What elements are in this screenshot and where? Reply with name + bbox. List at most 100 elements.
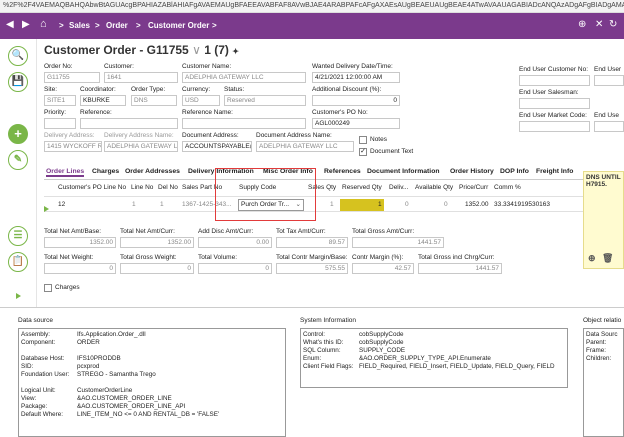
col-comm-pct[interactable]: Comm %: [494, 184, 521, 191]
tab-order-history[interactable]: Order History: [450, 168, 494, 175]
save-icon[interactable]: 💾: [8, 72, 28, 92]
col-available-qty[interactable]: Available Qty: [415, 184, 453, 191]
url-bar[interactable]: %2F%2F4VAEMAQBAHQAbwBtAGUAcgBPAHIAZABlAH…: [0, 0, 624, 13]
panel-line-label: SID:: [21, 363, 34, 370]
system-info-panel[interactable]: Control: cobSupplyCode What's this ID: cobS…: [300, 328, 568, 388]
expand-icon[interactable]: [16, 293, 21, 299]
total-gross-weight-field: 0: [120, 263, 194, 274]
data-source-title: Data source: [18, 317, 54, 324]
delivery-address-name-field[interactable]: ADELPHIA GATEWAY LLC: [104, 141, 178, 152]
end-user-field[interactable]: [594, 75, 624, 86]
panel-line-label: Parent:: [586, 339, 607, 346]
customer-name-field[interactable]: ADELPHIA GATEWAY LLC: [182, 72, 306, 83]
customer-po-field[interactable]: AGL000249: [312, 118, 400, 129]
end-user-market-code-field[interactable]: [519, 121, 590, 132]
system-info-title: System Information: [300, 317, 356, 324]
priority-field[interactable]: [44, 118, 76, 129]
total-net-amt-curr-field: 1352.00: [120, 237, 194, 248]
panel-line: Frame:: [586, 347, 621, 355]
breadcrumb-sales[interactable]: Sales: [69, 21, 90, 30]
total-net-amt-base-field: 1352.00: [44, 237, 116, 248]
currency-field[interactable]: USD: [182, 95, 220, 106]
data-source-panel[interactable]: Assembly: Ifs.Application.Order_.dll Compo…: [18, 328, 286, 437]
panel-line: Database Host: IFS10PRODDB: [21, 355, 283, 363]
search-icon[interactable]: 🔍: [8, 46, 28, 66]
delete-note-icon[interactable]: 🗑: [602, 253, 613, 264]
object-relations-panel[interactable]: Data Sourc Parent: Frame: Children:: [583, 328, 624, 437]
add-note-icon[interactable]: ⊕: [588, 253, 596, 264]
page-title: Customer Order - G11755 ∨ 1 (7) ✦: [44, 43, 239, 57]
document-address-name-field[interactable]: ADELPHIA GATEWAY LLC: [256, 141, 354, 152]
panel-line: [21, 347, 283, 355]
notes-checkbox[interactable]: [359, 136, 367, 144]
left-sidebar: 🔍 💾 + ✎ ☰ 📋: [0, 39, 37, 309]
total-net-weight-field: 0: [44, 263, 116, 274]
panel-line-value: LINE_ITEM_NO <= 0 AND RENTAL_DB = 'FALSE…: [77, 411, 220, 418]
tab-document-information[interactable]: Document Information: [367, 168, 440, 175]
order-type-field[interactable]: DNS: [131, 95, 177, 106]
tab-charges[interactable]: Charges: [92, 168, 119, 175]
reference-name-field[interactable]: [182, 118, 306, 129]
panel-line: Enum: &AO.ORDER_SUPPLY_TYPE_API.Enumerate: [303, 355, 565, 363]
total-contr-margin-field: 575.55: [276, 263, 348, 274]
document-address-field[interactable]: ACCOUNTSPAYABLE@N: [182, 141, 252, 152]
end-user-customer-no-field[interactable]: [519, 75, 590, 86]
panel-line-label: Children:: [586, 355, 612, 362]
edit-icon[interactable]: ✎: [8, 150, 28, 170]
customer-field[interactable]: 1641: [104, 72, 178, 83]
close-icon[interactable]: ✕: [595, 19, 603, 30]
panel-line-label: [21, 347, 77, 355]
panel-line: Logical Unit: CustomerOrderLine: [21, 387, 283, 395]
tab-order-lines[interactable]: Order Lines: [46, 168, 85, 177]
list-icon[interactable]: ☰: [8, 226, 28, 246]
coordinator-field[interactable]: KBURKE: [80, 95, 126, 106]
panel-line-label: Database Host:: [21, 355, 65, 362]
col-del-no[interactable]: Del No: [158, 184, 178, 191]
panel-line-value: cobSupplyCode: [359, 331, 404, 338]
home-icon[interactable]: ⌂: [40, 18, 47, 30]
panel-line: Client Field Flags: FIELD_Required, FIELD…: [303, 363, 565, 371]
col-reserved-qty[interactable]: Reserved Qty: [342, 184, 382, 191]
end-user-salesman-field[interactable]: [519, 98, 590, 109]
site-field[interactable]: SITE1: [44, 95, 76, 106]
end-user-2-field[interactable]: [594, 121, 624, 132]
panel-line-label: [21, 379, 77, 387]
wanted-delivery-date-field[interactable]: 4/21/2021 12:00:00 AM: [312, 72, 400, 83]
charges-checkbox[interactable]: [44, 284, 52, 292]
panel-line-value: cobSupplyCode: [359, 339, 404, 346]
order-no-field[interactable]: G11755: [44, 72, 100, 83]
tab-references[interactable]: References: [324, 168, 361, 175]
refresh-icon[interactable]: ↻: [609, 19, 617, 30]
delivery-address-field[interactable]: 1415 WYCKOFF RD: [44, 141, 102, 152]
add-icon[interactable]: ⊕: [578, 19, 586, 30]
col-price-curr[interactable]: Price/Curr: [459, 184, 488, 191]
panel-line: [21, 379, 283, 387]
breadcrumb-customer-order[interactable]: Customer Order: [148, 21, 209, 30]
sticky-note: DNS UNTIL H7915. ⊕ 🗑: [583, 171, 624, 269]
col-customer-po-line-no[interactable]: Customer's PO Line No: [58, 184, 126, 191]
back-icon[interactable]: ◀: [6, 19, 14, 30]
tab-dop-info[interactable]: DOP Info: [500, 168, 529, 175]
panel-line-label: Frame:: [586, 347, 606, 354]
col-delivered[interactable]: Deliv...: [389, 184, 408, 191]
tab-order-addresses[interactable]: Order Addresses: [125, 168, 180, 175]
additional-discount-field[interactable]: 0: [312, 95, 400, 106]
panel-line-label: What's this ID:: [303, 339, 344, 346]
document-text-checkbox[interactable]: ✓: [359, 148, 367, 156]
object-relations-title: Object relatio: [583, 317, 622, 324]
details-icon[interactable]: 📋: [8, 252, 28, 272]
new-record-icon[interactable]: +: [8, 124, 28, 144]
tab-freight-info[interactable]: Freight Info: [536, 168, 573, 175]
panel-line: Parent:: [586, 339, 621, 347]
col-line-no[interactable]: Line No: [131, 184, 153, 191]
status-field: Reserved: [224, 95, 306, 106]
panel-line: SQL Column: SUPPLY_CODE: [303, 347, 565, 355]
panel-line-label: View:: [21, 395, 37, 402]
panel-line-value: ORDER: [77, 339, 100, 346]
forward-icon[interactable]: ▶: [22, 19, 30, 30]
total-gross-incl-field: 1441.57: [418, 263, 502, 274]
reference-field[interactable]: [80, 118, 178, 129]
panel-line-label: Data Sourc: [586, 331, 618, 338]
breadcrumb-order[interactable]: Order: [106, 21, 128, 30]
pin-icon[interactable]: ✦: [232, 47, 239, 56]
